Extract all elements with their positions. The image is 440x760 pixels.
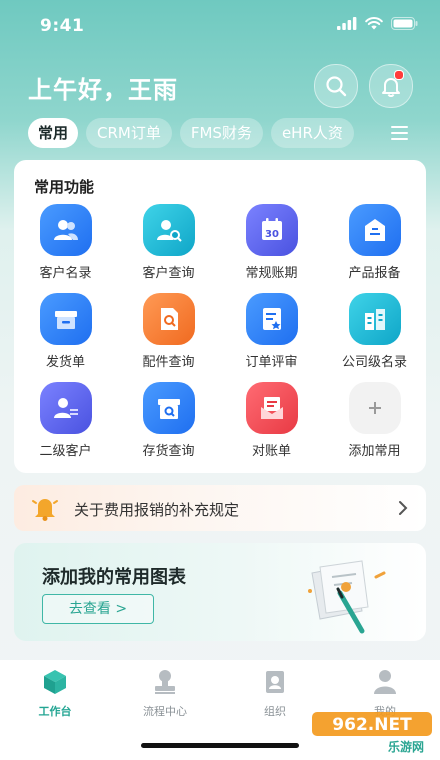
function-label: 客户名录 xyxy=(39,266,92,281)
function-parts-search[interactable]: 配件查询 xyxy=(117,293,220,370)
add-chart-title: 添加我的常用图表 xyxy=(42,567,186,588)
cellular-signal-icon xyxy=(337,17,357,30)
customer-list-icon xyxy=(39,204,92,256)
tab-ehr[interactable]: eHR人资 xyxy=(270,118,354,148)
battery-icon xyxy=(391,17,418,30)
function-customer-list[interactable]: 客户名录 xyxy=(14,204,117,281)
function-label: 添加常用 xyxy=(348,444,401,459)
function-customer-search[interactable]: 客户查询 xyxy=(117,204,220,281)
svg-text:30: 30 xyxy=(265,229,279,240)
tab-crm-orders[interactable]: CRM订单 xyxy=(86,118,172,148)
bell-notice-icon xyxy=(32,499,58,521)
tab-common[interactable]: 常用 xyxy=(28,118,79,148)
function-company-directory[interactable]: 公司级名录 xyxy=(323,293,426,370)
nav-process-center[interactable]: 流程中心 xyxy=(110,668,220,719)
add-icon xyxy=(348,382,401,434)
tab-menu-icon[interactable] xyxy=(390,124,410,142)
order-review-icon xyxy=(245,293,298,345)
svg-text:962.NET: 962.NET xyxy=(332,715,412,735)
nav-workbench[interactable]: 工作台 xyxy=(0,668,110,719)
function-label: 发货单 xyxy=(45,355,85,370)
parts-search-icon xyxy=(142,293,195,345)
search-icon xyxy=(326,76,347,97)
secondary-customer-icon xyxy=(39,382,92,434)
status-icons xyxy=(337,17,418,30)
watermark-logo: 962.NET 乐游网 xyxy=(312,712,432,754)
notice-bar[interactable]: 关于费用报销的补充规定 xyxy=(14,485,426,531)
function-statement[interactable]: 对账单 xyxy=(220,382,323,459)
organization-contacts-icon xyxy=(266,671,284,693)
greeting-title: 上午好，王雨 xyxy=(28,76,178,104)
function-add-common[interactable]: 添加常用 xyxy=(323,382,426,459)
status-bar: 9:41 xyxy=(0,0,440,48)
product-report-icon xyxy=(348,204,401,256)
function-label: 客户查询 xyxy=(142,266,195,281)
function-label: 对账单 xyxy=(251,444,291,459)
process-stamp-icon xyxy=(155,670,175,694)
customer-search-icon xyxy=(142,204,195,256)
view-button[interactable]: 去查看 > xyxy=(42,594,154,624)
company-building-icon xyxy=(348,293,401,345)
notice-text: 关于费用报销的补充规定 xyxy=(74,501,240,519)
function-inventory-search[interactable]: 存货查询 xyxy=(117,382,220,459)
home-indicator xyxy=(141,743,299,748)
tab-fms-finance[interactable]: FMS财务 xyxy=(179,118,263,148)
function-label: 产品报备 xyxy=(348,266,401,281)
function-product-report[interactable]: 产品报备 xyxy=(323,204,426,281)
search-button[interactable] xyxy=(314,64,358,108)
notification-badge-dot xyxy=(394,70,404,80)
document-illustration-icon xyxy=(308,560,386,634)
category-tabs: 常用 CRM订单 FMS财务 eHR人资 xyxy=(28,118,354,148)
common-functions-title: 常用功能 xyxy=(34,178,95,196)
calendar-icon: 30 xyxy=(245,204,298,256)
add-chart-card: 添加我的常用图表 去查看 > xyxy=(14,543,426,641)
statement-icon xyxy=(245,382,298,434)
wifi-icon xyxy=(365,17,383,30)
function-label: 配件查询 xyxy=(142,355,195,370)
nav-label: 工作台 xyxy=(38,705,72,718)
function-regular-period[interactable]: 30 常规账期 xyxy=(220,204,323,281)
profile-person-icon xyxy=(374,670,396,694)
function-label: 公司级名录 xyxy=(341,355,407,370)
function-label: 常规账期 xyxy=(245,266,298,281)
chevron-right-icon xyxy=(399,501,408,515)
svg-text:乐游网: 乐游网 xyxy=(388,739,424,754)
inventory-search-icon xyxy=(142,382,195,434)
function-secondary-customer[interactable]: 二级客户 xyxy=(14,382,117,459)
function-label: 存货查询 xyxy=(142,444,195,459)
nav-label: 流程中心 xyxy=(143,705,187,718)
status-time: 9:41 xyxy=(40,16,85,36)
function-label: 二级客户 xyxy=(39,444,92,459)
workbench-cube-icon xyxy=(44,670,66,694)
common-functions-card: 常用功能 客户名录 客户查询 30 常规账期 产品报备 发货单 配件查询 订单评… xyxy=(14,160,426,473)
notification-button[interactable] xyxy=(369,64,413,108)
delivery-box-icon xyxy=(39,293,92,345)
function-order-review[interactable]: 订单评审 xyxy=(220,293,323,370)
function-label: 订单评审 xyxy=(245,355,298,370)
function-delivery-note[interactable]: 发货单 xyxy=(14,293,117,370)
